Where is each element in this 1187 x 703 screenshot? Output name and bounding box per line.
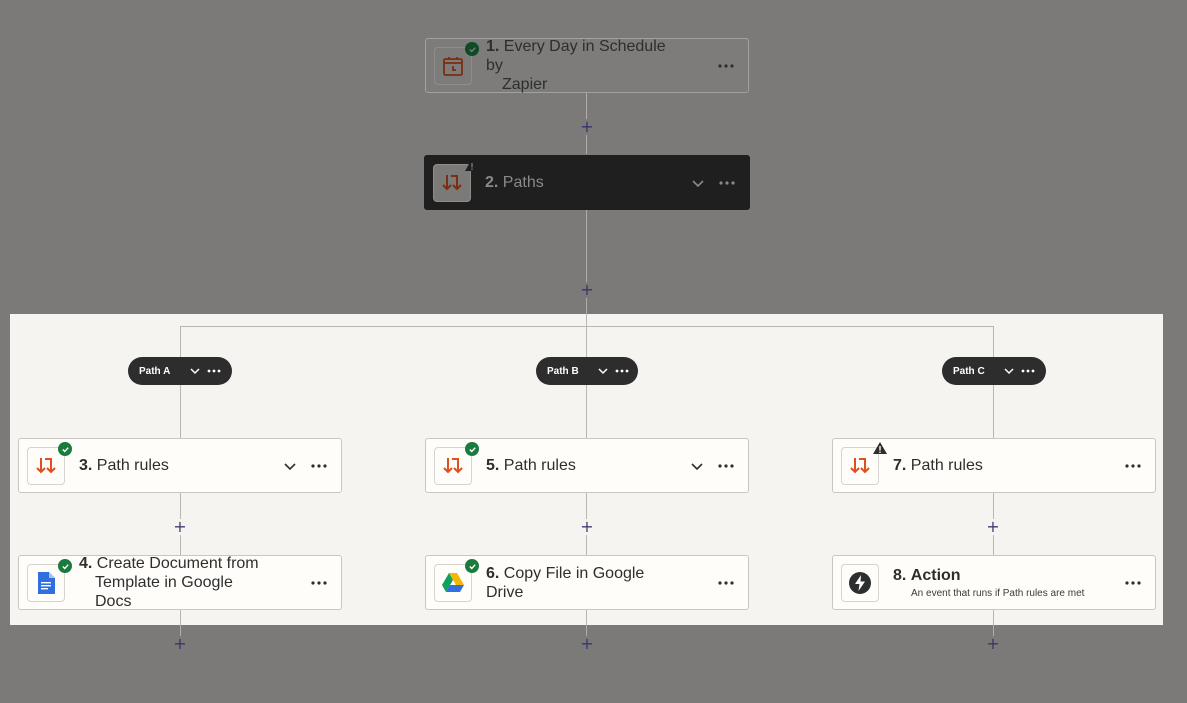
step-title-line: Every Day in Schedule by	[486, 38, 666, 74]
step-icon	[841, 442, 887, 485]
success-check-icon	[58, 442, 72, 456]
step-icon	[27, 442, 72, 485]
warning-icon	[873, 442, 887, 454]
step-number: 8.	[893, 567, 907, 584]
warning-icon	[465, 159, 479, 171]
add-step-button[interactable]: +	[579, 119, 595, 135]
more-options-icon[interactable]	[615, 368, 629, 374]
chevron-down-icon[interactable]	[691, 176, 705, 190]
more-options-icon[interactable]	[311, 463, 327, 469]
paths-icon	[36, 458, 56, 474]
connector-line	[993, 609, 994, 625]
path-a-pill[interactable]: Path A	[128, 357, 232, 385]
step-title-line: Paths	[502, 174, 544, 191]
paths-icon	[442, 175, 462, 191]
step-title: 4. Create Document from Template in Goog…	[79, 554, 271, 611]
connector-line	[180, 609, 181, 625]
step-title: 2. Paths	[485, 173, 679, 192]
more-options-icon[interactable]	[718, 63, 734, 69]
step-number: 1.	[486, 38, 500, 55]
step-title-line: Create Document from	[96, 555, 259, 572]
add-step-button[interactable]: +	[579, 519, 595, 535]
more-options-icon[interactable]	[1125, 580, 1141, 586]
paths-icon	[850, 458, 870, 474]
more-options-icon[interactable]	[718, 463, 734, 469]
paths-icon	[443, 458, 463, 474]
chevron-down-icon[interactable]	[690, 459, 704, 473]
chevron-down-icon[interactable]	[1003, 365, 1015, 377]
step-title-line: Template in Google Docs	[95, 574, 233, 610]
step-number: 5.	[486, 457, 500, 474]
more-options-icon[interactable]	[1021, 368, 1035, 374]
step-card-6[interactable]: 6. Copy File in Google Drive	[425, 555, 749, 610]
add-step-button[interactable]: +	[985, 519, 1001, 535]
success-check-icon	[465, 42, 479, 56]
step-subtitle: An event that runs if Path rules are met	[911, 588, 1085, 599]
step-title-line: Zapier	[502, 76, 548, 93]
step-title-line: Copy File in Google Drive	[486, 564, 645, 601]
step-title-line: Path rules	[503, 457, 576, 474]
step-title: 8. Action	[893, 566, 1085, 585]
path-label: Path B	[547, 365, 579, 377]
add-step-button[interactable]: +	[579, 636, 595, 652]
connector-line	[586, 609, 587, 625]
step-number: 3.	[79, 457, 93, 474]
more-options-icon[interactable]	[1125, 463, 1141, 469]
step-title: 7. Path rules	[893, 456, 1085, 475]
step-title-line: Path rules	[910, 457, 983, 474]
google-docs-icon	[38, 572, 55, 594]
step-title: 6. Copy File in Google Drive	[486, 564, 678, 602]
add-step-button[interactable]: +	[985, 636, 1001, 652]
success-check-icon	[465, 442, 479, 456]
google-drive-icon	[442, 573, 464, 592]
step-icon	[841, 564, 879, 602]
step-card-4[interactable]: 4. Create Document from Template in Goog…	[18, 555, 342, 610]
step-title-line: Path rules	[96, 457, 169, 474]
step-card-5[interactable]: 5. Path rules	[425, 438, 749, 493]
more-options-icon[interactable]	[311, 580, 327, 586]
step-card-1[interactable]: 1. Every Day in Schedule by Zapier	[425, 38, 749, 93]
add-step-button[interactable]: +	[172, 519, 188, 535]
step-icon	[434, 42, 479, 85]
path-label: Path A	[139, 365, 171, 377]
add-step-button[interactable]: +	[579, 282, 595, 298]
step-card-8[interactable]: 8. Action An event that runs if Path rul…	[832, 555, 1156, 610]
step-card-2[interactable]: 2. Paths	[424, 155, 750, 210]
step-title-line: Action	[910, 567, 961, 584]
calendar-clock-icon	[443, 57, 463, 76]
step-icon	[434, 442, 479, 485]
branch-connector	[180, 326, 994, 327]
step-number: 7.	[893, 457, 907, 474]
step-icon	[433, 159, 479, 202]
success-check-icon	[465, 559, 479, 573]
step-number: 6.	[486, 564, 500, 582]
step-card-7[interactable]: 7. Path rules	[832, 438, 1156, 493]
chevron-down-icon[interactable]	[189, 365, 201, 377]
chevron-down-icon[interactable]	[597, 365, 609, 377]
step-title: 5. Path rules	[486, 456, 678, 475]
connector-line	[586, 314, 587, 326]
step-title: 1. Every Day in Schedule by Zapier	[486, 37, 678, 94]
step-number: 2.	[485, 174, 499, 191]
step-icon	[27, 559, 72, 602]
lightning-bolt-icon	[849, 572, 871, 594]
chevron-down-icon[interactable]	[283, 459, 297, 473]
step-number: 4.	[79, 555, 93, 572]
more-options-icon[interactable]	[718, 580, 734, 586]
path-b-pill[interactable]: Path B	[536, 357, 638, 385]
more-options-icon[interactable]	[719, 180, 735, 186]
step-card-3[interactable]: 3. Path rules	[18, 438, 342, 493]
path-c-pill[interactable]: Path C	[942, 357, 1046, 385]
path-label: Path C	[953, 365, 985, 377]
step-icon	[434, 559, 479, 602]
step-title: 3. Path rules	[79, 456, 271, 475]
add-step-button[interactable]: +	[172, 636, 188, 652]
more-options-icon[interactable]	[207, 368, 221, 374]
success-check-icon	[58, 559, 72, 573]
